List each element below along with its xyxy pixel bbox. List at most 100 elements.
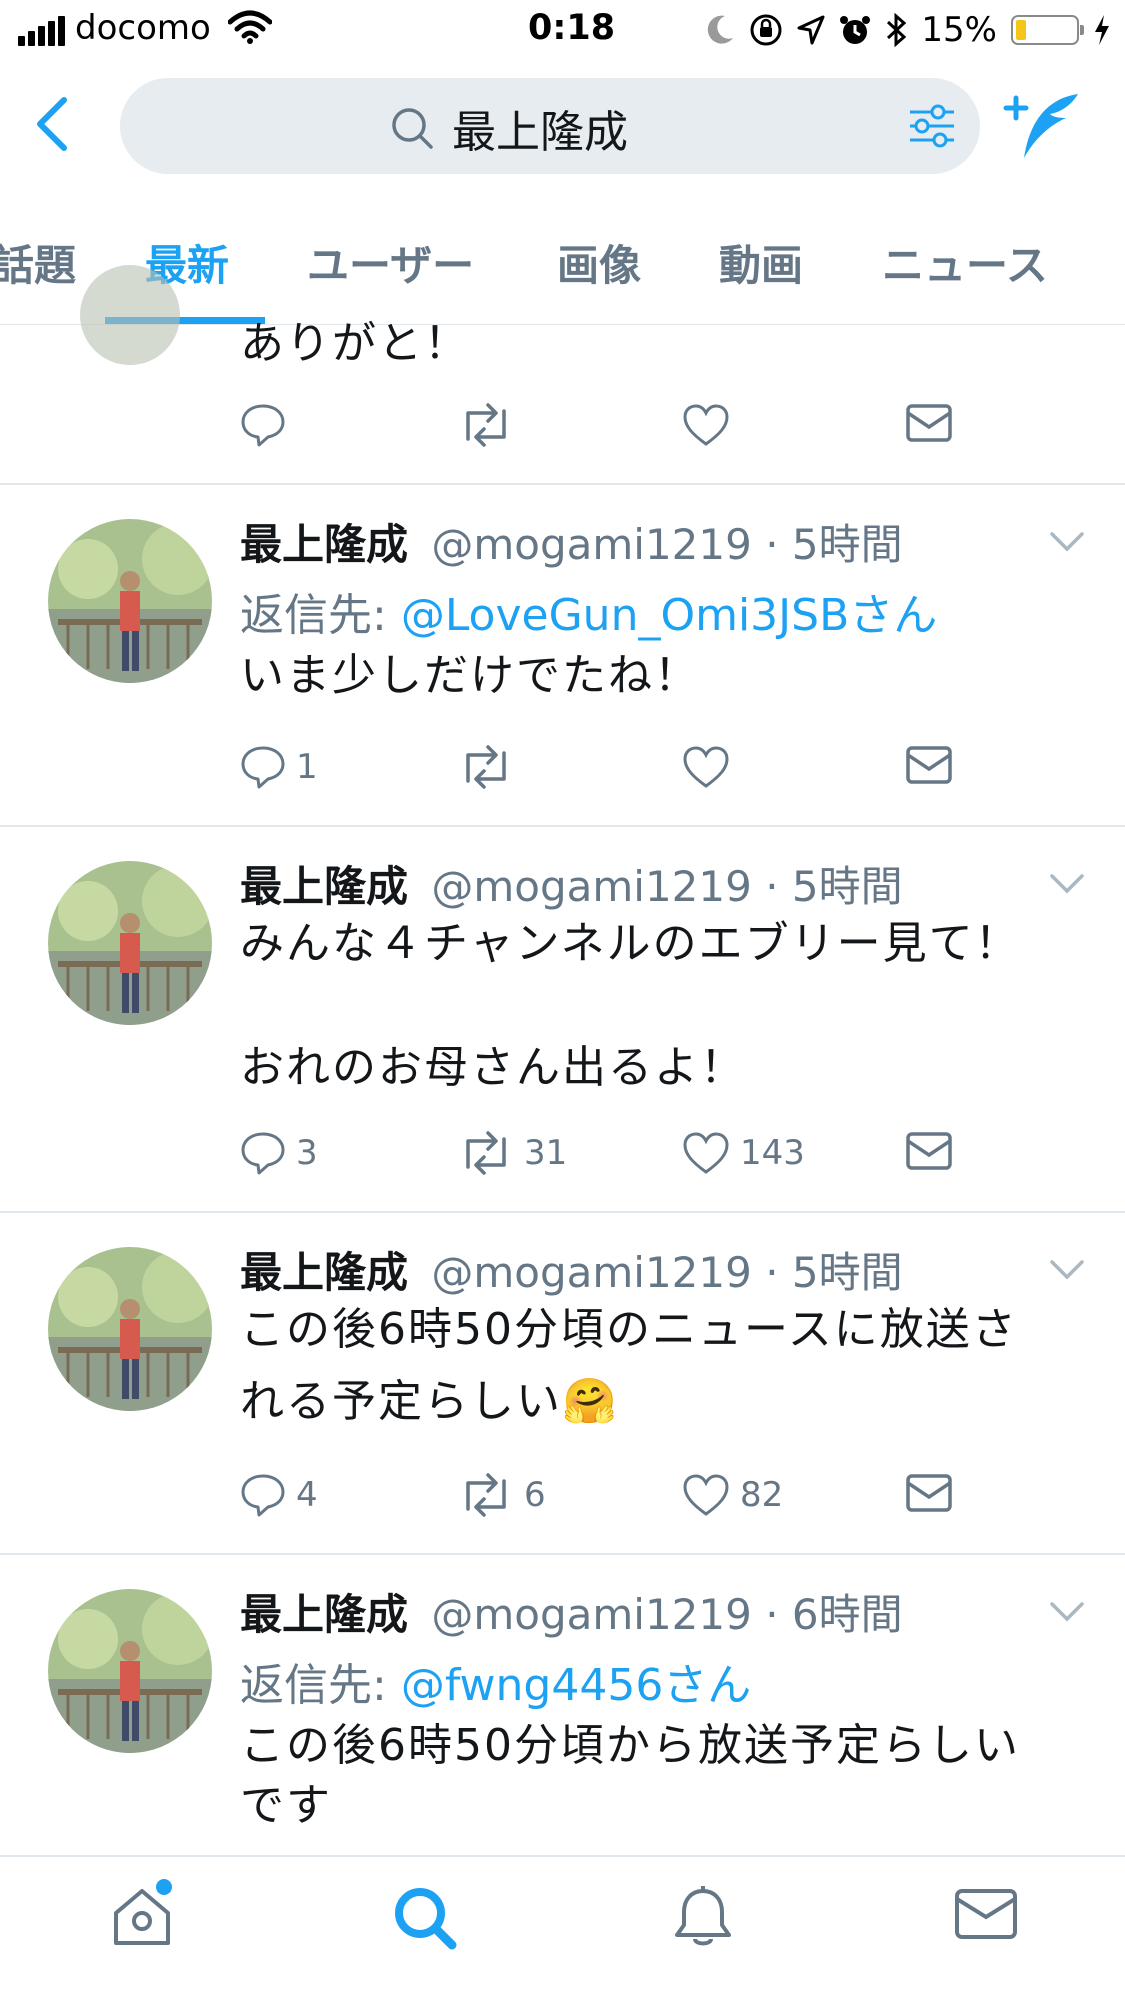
- compose-button[interactable]: [1000, 90, 1082, 162]
- reply-icon: [241, 1132, 285, 1175]
- reply-count: 4: [296, 1475, 318, 1515]
- explore-tab[interactable]: [392, 1885, 458, 1951]
- display-name[interactable]: 最上隆成: [240, 1248, 408, 1297]
- status-bar: docomo 0:18 15%: [0, 0, 1125, 60]
- dm-button[interactable]: [905, 745, 953, 785]
- retweet-button[interactable]: 31: [458, 1131, 567, 1175]
- like-icon: [683, 746, 729, 788]
- bluetooth-icon: [885, 13, 907, 47]
- alarm-icon: [839, 14, 871, 46]
- like-icon: [683, 1132, 729, 1174]
- reply-button[interactable]: 1: [240, 745, 318, 789]
- reply-button[interactable]: [240, 403, 286, 447]
- tweet-text: ありがと！: [240, 318, 470, 369]
- like-count: 143: [740, 1133, 805, 1173]
- tab-top[interactable]: 話題: [0, 232, 76, 293]
- like-button[interactable]: 82: [682, 1473, 783, 1517]
- retweet-count: 31: [524, 1133, 568, 1173]
- like-button[interactable]: 143: [682, 1131, 805, 1175]
- display-name[interactable]: 最上隆成: [240, 1590, 408, 1639]
- display-name[interactable]: 最上隆成: [240, 520, 408, 569]
- tweet-text-line2: れる予定らしい🤗: [240, 1376, 619, 1427]
- filter-icon: [910, 104, 954, 148]
- like-icon: [683, 1474, 729, 1516]
- messages-icon: [955, 1889, 1017, 1939]
- dm-button[interactable]: [905, 1131, 953, 1171]
- like-button[interactable]: [682, 403, 730, 447]
- reply-handle-link[interactable]: @LoveGun_Omi3JSBさん: [401, 590, 937, 641]
- avatar[interactable]: [80, 265, 180, 365]
- notifications-icon: [675, 1886, 731, 1946]
- back-icon: [37, 97, 67, 151]
- reply-button[interactable]: 4: [240, 1473, 318, 1517]
- dm-button[interactable]: [905, 403, 953, 443]
- messages-tab[interactable]: [954, 1885, 1018, 1941]
- battery-icon: [1011, 15, 1084, 45]
- dm-button[interactable]: [905, 1473, 953, 1513]
- reply-icon: [241, 404, 285, 447]
- dm-icon: [906, 1474, 952, 1512]
- new-tweets-indicator: [156, 1879, 172, 1895]
- search-header: 最上隆成: [0, 60, 1125, 190]
- tweet-menu-button[interactable]: [1049, 873, 1085, 895]
- compose-icon: [1003, 94, 1078, 158]
- tweet-menu-button[interactable]: [1049, 531, 1085, 553]
- bottom-tab-bar: [0, 1855, 1125, 2003]
- chevron-down-icon: [1050, 1602, 1084, 1622]
- tab-videos[interactable]: 動画: [719, 232, 803, 293]
- tab-users[interactable]: ユーザー: [307, 232, 474, 293]
- avatar[interactable]: [48, 1247, 212, 1411]
- search-icon: [390, 106, 434, 150]
- tab-news[interactable]: ニュース: [882, 232, 1048, 293]
- charging-icon: [1093, 14, 1111, 46]
- search-input[interactable]: 最上隆成: [120, 78, 980, 174]
- tweet-text-line1: この後6時50分頃のニュースに放送さ: [240, 1304, 1018, 1355]
- reply-handle-link[interactable]: @fwng4456さん: [401, 1660, 752, 1711]
- filter-button[interactable]: [908, 104, 956, 148]
- avatar[interactable]: [48, 1589, 212, 1753]
- reply-count: 3: [296, 1133, 318, 1173]
- retweet-button[interactable]: [458, 403, 514, 447]
- avatar[interactable]: [48, 861, 212, 1025]
- signal-icon: [18, 16, 65, 46]
- tweet-card[interactable]: 最上隆成 @mogami1219 · 5時間 返信先: @LoveGun_Omi…: [0, 483, 1125, 827]
- dm-icon: [906, 1132, 952, 1170]
- retweet-icon: [466, 745, 506, 789]
- search-query: 最上隆成: [452, 107, 628, 158]
- chevron-down-icon: [1050, 532, 1084, 552]
- handle-time: @mogami1219 · 5時間: [431, 1248, 903, 1297]
- reply-count: 1: [296, 747, 318, 787]
- display-name[interactable]: 最上隆成: [240, 862, 408, 911]
- explore-icon: [395, 1888, 457, 1950]
- home-tab[interactable]: [110, 1879, 174, 1949]
- tweet-card[interactable]: 最上隆成 @mogami1219 · 5時間 この後6時50分頃のニュースに放送…: [0, 1211, 1125, 1555]
- tweet-card[interactable]: 最上隆成 @mogami1219 · 5時間 みんな４チャンネルのエブリー見て！…: [0, 825, 1125, 1213]
- location-icon: [797, 15, 825, 45]
- avatar[interactable]: [48, 519, 212, 683]
- moon-icon: [705, 14, 735, 46]
- rotation-lock-icon: [749, 13, 783, 47]
- clock: 0:18: [528, 8, 616, 48]
- reply-label: 返信先:: [240, 590, 401, 641]
- notifications-tab[interactable]: [672, 1885, 734, 1951]
- chevron-down-icon: [1050, 874, 1084, 894]
- tweet-text-line1: この後6時50分頃から放送予定らしい: [240, 1720, 1020, 1771]
- tweet-card-partial[interactable]: ありがと！: [0, 265, 1125, 485]
- reply-context: 返信先: @fwng4456さん: [240, 1649, 751, 1713]
- tweet-menu-button[interactable]: [1049, 1259, 1085, 1281]
- reply-label: 返信先:: [240, 1660, 401, 1711]
- like-button[interactable]: [682, 745, 740, 789]
- reply-button[interactable]: 3: [240, 1131, 318, 1175]
- reply-icon: [241, 1474, 285, 1517]
- tweet-card[interactable]: 最上隆成 @mogami1219 · 6時間 返信先: @fwng4456さん …: [0, 1553, 1125, 1855]
- like-count: 82: [740, 1475, 784, 1515]
- tab-photos[interactable]: 画像: [557, 232, 641, 293]
- handle-time: @mogami1219 · 6時間: [431, 1590, 903, 1639]
- retweet-button[interactable]: [458, 745, 524, 789]
- retweet-button[interactable]: 6: [458, 1473, 546, 1517]
- back-button[interactable]: [32, 94, 82, 154]
- like-icon: [683, 404, 729, 446]
- retweet-icon: [466, 1131, 506, 1175]
- wifi-icon: [228, 10, 272, 44]
- tweet-menu-button[interactable]: [1049, 1601, 1085, 1623]
